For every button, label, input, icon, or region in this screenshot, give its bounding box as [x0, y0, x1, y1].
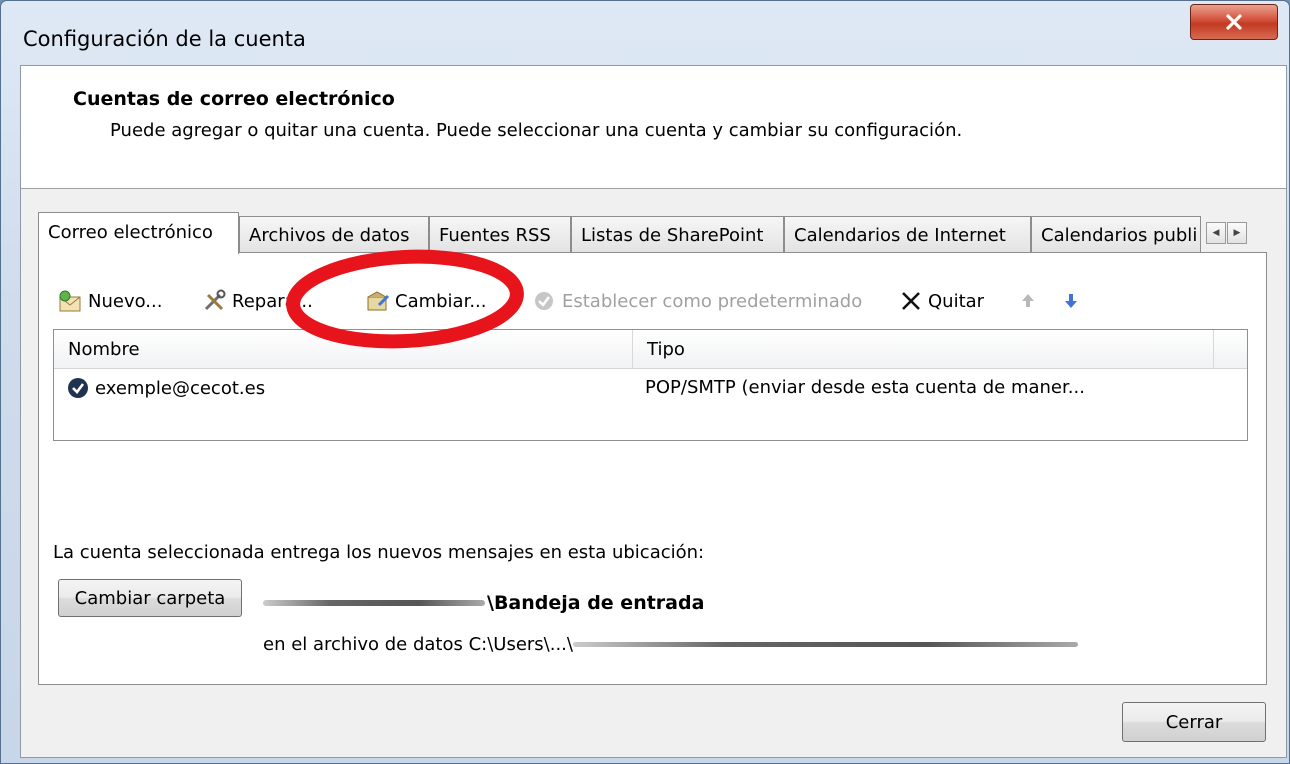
arrow-down-icon [1065, 294, 1077, 308]
tab-scroll-right-button[interactable]: ▶ [1227, 222, 1247, 244]
column-divider[interactable] [1213, 330, 1214, 368]
delivery-folder: \Bandeja de entrada [263, 589, 704, 617]
title-bar[interactable]: Configuración de la cuenta [1, 1, 1289, 65]
close-icon [1226, 14, 1242, 30]
delivery-folder-name: \Bandeja de entrada [487, 592, 705, 614]
tools-icon [202, 289, 228, 313]
red-annotation-circle [286, 249, 524, 349]
set-default-button[interactable]: Establecer como predeterminado [532, 289, 862, 313]
header-subtitle: Puede agregar o quitar una cuenta. Puede… [110, 120, 963, 141]
tab-internet-calendars[interactable]: Calendarios de Internet [784, 216, 1031, 252]
delivery-data-file: en el archivo de datos C:\Users\...\ [263, 630, 1078, 658]
window-close-button[interactable] [1190, 4, 1278, 40]
account-row[interactable]: exemple@cecot.es POP/SMTP (enviar desde … [54, 368, 1247, 408]
chevron-left-icon: ◀ [1212, 228, 1220, 238]
dialog-body: Cuentas de correo electrónico Puede agre… [20, 65, 1287, 758]
email-tab-panel: Nuevo... Repara... Cambiar... Establecer… [38, 252, 1267, 685]
dialog-header: Cuentas de correo electrónico Puede agre… [21, 66, 1286, 189]
close-dialog-button[interactable]: Cerrar [1122, 702, 1266, 742]
tab-scroll-left-button[interactable]: ◀ [1206, 222, 1226, 244]
account-settings-window: Configuración de la cuenta Cuentas de co… [0, 0, 1290, 764]
chevron-right-icon: ▶ [1233, 228, 1241, 238]
remove-account-label: Quitar [928, 290, 985, 312]
default-account-check-icon [68, 378, 88, 398]
tab-email[interactable]: Correo electrónico [38, 212, 239, 254]
window-title: Configuración de la cuenta [23, 27, 306, 51]
tab-published-calendars[interactable]: Calendarios publi [1031, 216, 1201, 252]
accounts-list[interactable]: Nombre Tipo exemple@cecot.es POP/SMTP (e… [53, 329, 1248, 441]
remove-x-icon [898, 289, 924, 313]
column-header-type[interactable]: Tipo [633, 330, 1213, 368]
checkmark-icon [532, 289, 558, 313]
account-name: exemple@cecot.es [95, 377, 266, 399]
tab-sharepoint-lists[interactable]: Listas de SharePoint [571, 216, 784, 252]
account-name-cell: exemple@cecot.es [66, 376, 265, 400]
new-account-button[interactable]: Nuevo... [58, 289, 162, 313]
account-type: POP/SMTP (enviar desde esta cuenta de ma… [645, 377, 1085, 398]
move-down-button[interactable] [1062, 289, 1080, 313]
accounts-list-header: Nombre Tipo [54, 330, 1247, 369]
set-default-label: Establecer como predeterminado [562, 290, 863, 312]
delivery-location-label: La cuenta seleccionada entrega los nuevo… [53, 542, 705, 563]
redacted-path [263, 600, 485, 606]
redacted-path [572, 641, 1078, 647]
header-title: Cuentas de correo electrónico [73, 88, 395, 110]
new-account-label: Nuevo... [88, 290, 163, 312]
arrow-up-icon [1022, 294, 1034, 307]
change-folder-button[interactable]: Cambiar carpeta [58, 579, 242, 617]
move-up-button[interactable] [1019, 289, 1037, 313]
remove-account-button[interactable]: Quitar [898, 289, 984, 313]
delivery-data-file-path: en el archivo de datos C:\Users\...\ [263, 633, 573, 655]
new-mail-icon [58, 289, 84, 313]
